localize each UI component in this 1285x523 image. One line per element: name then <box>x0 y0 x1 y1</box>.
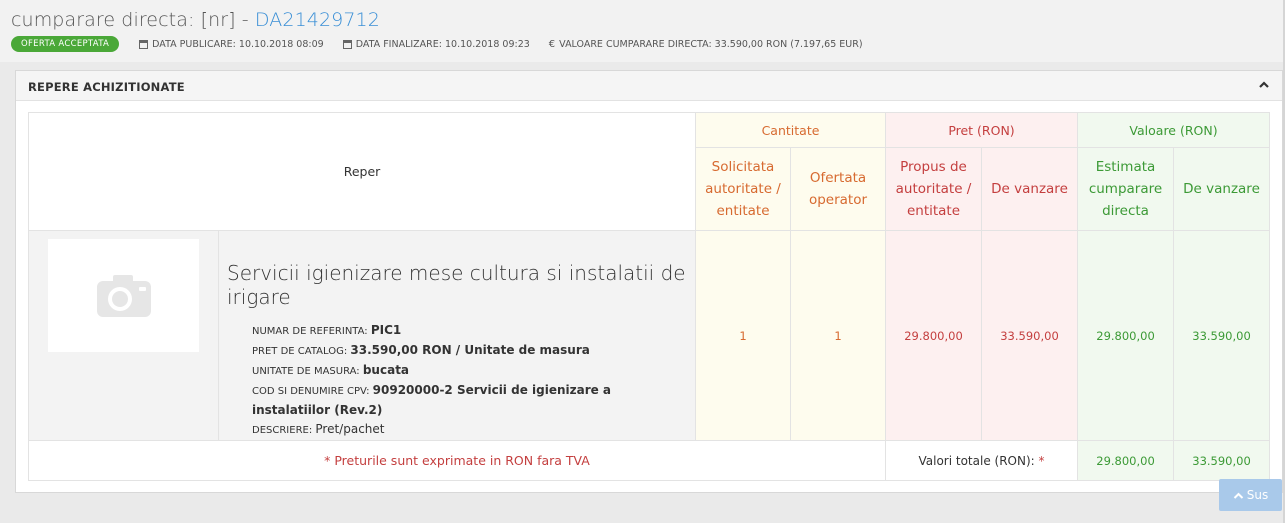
pret-vanzare-header: De vanzare <box>980 147 1079 231</box>
pret-header: Pret (RON) <box>884 112 1079 148</box>
ofertata-header: Ofertata operator <box>790 147 886 231</box>
qty-requested: 1 <box>695 230 791 441</box>
euro-icon: € <box>548 38 556 50</box>
value-estimated: 29.800,00 <box>1077 230 1175 441</box>
page-header: cumparare directa: [nr] - DA21429712 OFE… <box>0 0 1285 62</box>
vat-note: * Preturile sunt exprimate in RON fara T… <box>28 440 886 481</box>
page-title: cumparare directa: [nr] - DA21429712 <box>11 9 380 31</box>
total-sale: 33.590,00 <box>1173 440 1271 481</box>
item-cpv: COD SI DENUMIRE CPV: 90920000-2 Servicii… <box>252 383 612 417</box>
item-description: DESCRIERE: Pret/pachet <box>252 422 385 436</box>
cantitate-header: Cantitate <box>695 112 886 148</box>
status-badge: OFERTA ACCEPTATA <box>11 36 120 52</box>
value-sale: 33.590,00 <box>1173 230 1271 441</box>
meta-bar: OFERTA ACCEPTATA DATA PUBLICARE: 10.10.2… <box>11 36 882 52</box>
calendar-icon <box>139 39 149 49</box>
estimata-header: Estimata cumparare directa <box>1077 147 1175 231</box>
purchased-items-panel: REPERE ACHIZITIONATE Reper Cantitate Pre… <box>15 70 1283 493</box>
valoare-vanzare-header: De vanzare <box>1173 147 1271 231</box>
camera-icon <box>96 274 151 317</box>
item-unit: UNITATE DE MASURA: bucata <box>252 363 410 377</box>
chevron-up-icon[interactable] <box>1258 79 1270 91</box>
item-image-placeholder <box>48 239 199 352</box>
price-proposed: 29.800,00 <box>885 230 982 441</box>
item-ref-number: NUMAR DE REFERINTA: PIC1 <box>252 323 402 337</box>
table-row: Servicii igienizare mese cultura si inst… <box>28 230 1271 441</box>
direct-purchase-value: € VALOARE CUMPARARE DIRECTA: 33.590,00 R… <box>549 39 863 50</box>
direct-purchase-value-text: VALOARE CUMPARARE DIRECTA: 33.590,00 RON… <box>559 38 863 50</box>
item-catalog-price: PRET DE CATALOG: 33.590,00 RON / Unitate… <box>252 343 590 357</box>
item-name: Servicii igienizare mese cultura si inst… <box>227 261 686 309</box>
price-sale: 33.590,00 <box>980 230 1079 441</box>
totals-label: Valori totale (RON): * <box>884 440 1079 481</box>
reper-header: Reper <box>28 112 696 231</box>
panel-title: REPERE ACHIZITIONATE <box>28 80 185 94</box>
finalize-date: DATA FINALIZARE: 10.10.2018 09:23 <box>342 38 530 50</box>
solicitata-header: Solicitata autoritate / entitate <box>695 147 791 231</box>
item-image-cell <box>28 230 219 441</box>
total-estimated: 29.800,00 <box>1077 440 1175 481</box>
propus-header: Propus de autoritate / entitate <box>885 147 982 231</box>
scroll-top-button[interactable]: Sus <box>1219 479 1282 511</box>
qty-offered: 1 <box>790 230 886 441</box>
totals-row: * Preturile sunt exprimate in RON fara T… <box>28 440 1271 481</box>
items-table: Reper Cantitate Pret (RON) Valoare (RON)… <box>28 112 1271 481</box>
publish-date-text: DATA PUBLICARE: 10.10.2018 08:09 <box>152 38 324 50</box>
procurement-code: DA21429712 <box>254 9 380 31</box>
title-prefix: cumparare directa: [nr] - <box>11 9 255 31</box>
finalize-date-text: DATA FINALIZARE: 10.10.2018 09:23 <box>355 38 530 50</box>
valoare-header: Valoare (RON) <box>1077 112 1271 148</box>
panel-header[interactable]: REPERE ACHIZITIONATE <box>16 71 1282 101</box>
chevron-up-icon <box>1233 492 1243 499</box>
publish-date: DATA PUBLICARE: 10.10.2018 08:09 <box>139 39 324 50</box>
item-description-cell: Servicii igienizare mese cultura si inst… <box>218 230 696 441</box>
scroll-top-label: Sus <box>1246 488 1269 502</box>
calendar-icon <box>342 39 352 49</box>
